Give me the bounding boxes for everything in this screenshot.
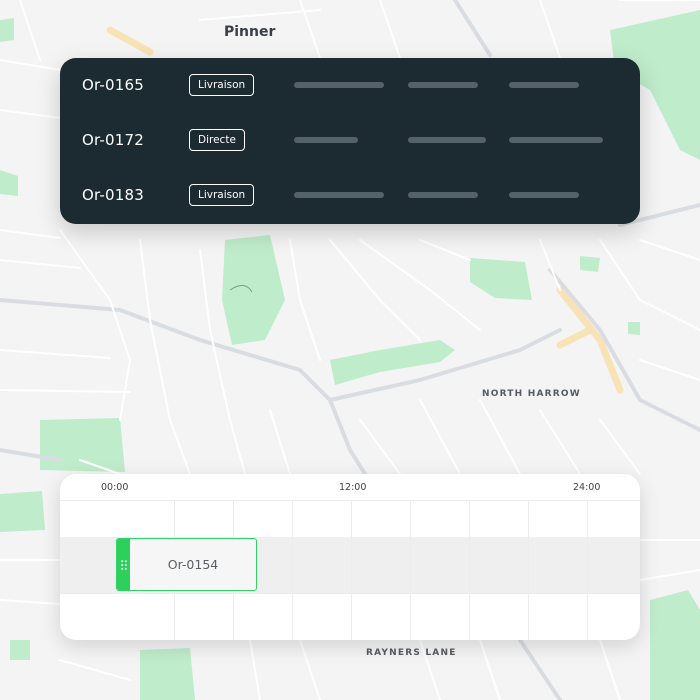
drag-handle[interactable] (117, 539, 130, 590)
orders-panel: Or-0165 Livraison Or-0172 Directe Or-018… (60, 58, 640, 224)
placeholder-bar (294, 137, 358, 143)
timeline-grid-line (292, 501, 293, 640)
placeholder-bar (408, 137, 486, 143)
order-id: Or-0165 (82, 76, 145, 94)
order-id: Or-0172 (82, 131, 145, 149)
map-label-rayners-lane: RAYNERS LANE (366, 648, 457, 658)
time-tick-label: 12:00 (339, 482, 367, 493)
time-tick-label: 24:00 (573, 482, 601, 493)
order-row[interactable]: Or-0165 Livraison (60, 66, 640, 106)
order-row[interactable]: Or-0183 Livraison (60, 176, 640, 216)
task-label: Or-0154 (167, 557, 219, 572)
placeholder-bar (509, 192, 579, 198)
time-tick-label: 00:00 (101, 482, 129, 493)
timeline-grid-line (528, 501, 529, 640)
timeline-grid-line (469, 501, 470, 640)
grip-dots-icon (120, 559, 127, 570)
timeline-divider (60, 500, 640, 501)
timeline-panel: 00:00 12:00 24:00 Or-0154 (60, 474, 640, 640)
placeholder-bar (408, 82, 478, 88)
order-id: Or-0183 (82, 186, 145, 204)
map-label-pinner: Pinner (224, 24, 276, 40)
timeline-grid-line (587, 501, 588, 640)
order-type-badge: Directe (189, 129, 245, 151)
timeline-divider (60, 593, 640, 594)
placeholder-bar (408, 192, 478, 198)
order-type-badge: Livraison (189, 184, 255, 206)
timeline-grid-line (410, 501, 411, 640)
placeholder-bar (294, 82, 384, 88)
order-type-badge: Livraison (189, 74, 255, 96)
placeholder-bar (294, 192, 384, 198)
map-label-north-harrow: NORTH HARROW (482, 389, 581, 399)
timeline-task-block[interactable]: Or-0154 (116, 538, 257, 591)
order-row[interactable]: Or-0172 Directe (60, 121, 640, 161)
timeline-grid-line (351, 501, 352, 640)
placeholder-bar (509, 82, 579, 88)
placeholder-bar (509, 137, 603, 143)
